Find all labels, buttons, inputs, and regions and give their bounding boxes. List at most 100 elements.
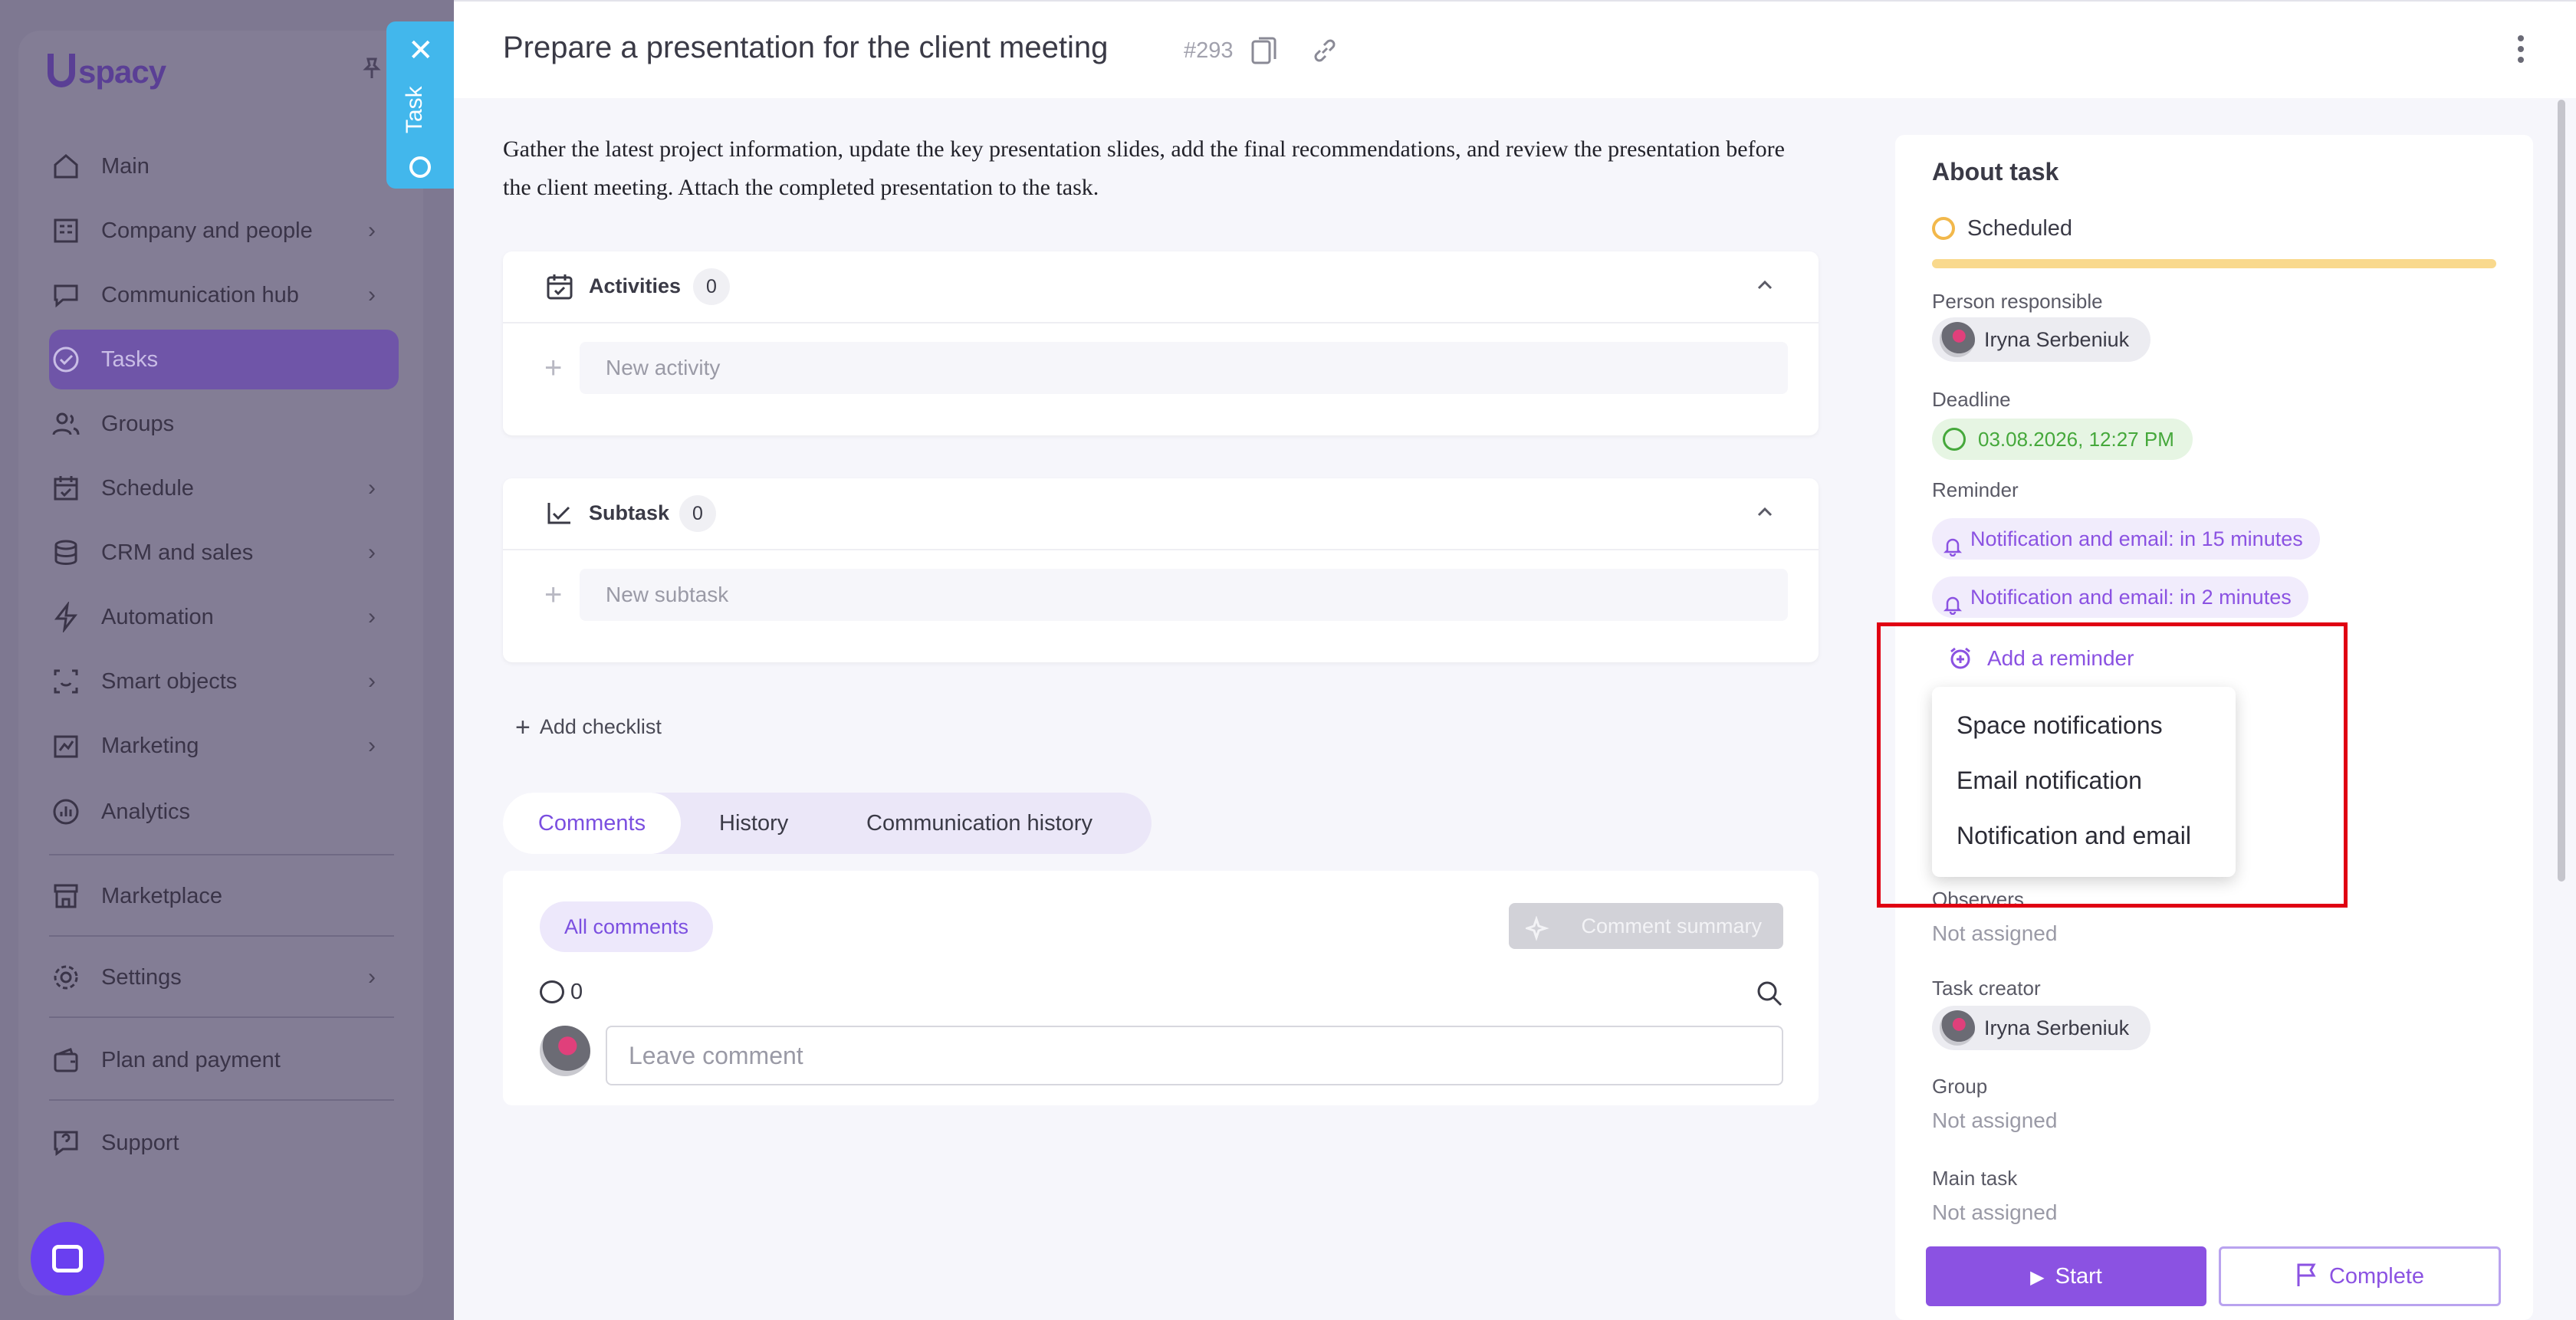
new-subtask-row[interactable]: + New subtask — [544, 569, 1788, 621]
clock-icon — [1932, 217, 1955, 240]
subtask-header[interactable]: Subtask 0 — [503, 478, 1819, 550]
complete-label: Complete — [2328, 1264, 2425, 1289]
sidebar-item-label: Communication hub — [101, 282, 299, 307]
divider — [49, 935, 394, 937]
reminder-label: Reminder — [1932, 478, 2019, 501]
task-title[interactable]: Prepare a presentation for the client me… — [503, 31, 1108, 65]
new-activity-row[interactable]: + New activity — [544, 342, 1788, 394]
start-button[interactable]: ▶ Start — [1926, 1246, 2206, 1306]
add-checklist-button[interactable]: + Add checklist — [515, 713, 662, 743]
status[interactable]: Scheduled — [1932, 216, 2072, 241]
reminder-text: Notification and email: in 2 minutes — [1970, 586, 2292, 609]
sidebar-item-crm-and-sales[interactable]: CRM and sales › — [49, 523, 399, 583]
clock-icon — [409, 156, 431, 178]
add-checklist-label: Add checklist — [539, 715, 662, 738]
sidebar-item-automation[interactable]: Automation › — [49, 587, 399, 647]
task-description[interactable]: Gather the latest project information, u… — [503, 130, 1791, 207]
activities-title: Activities — [589, 274, 682, 297]
deadline-chip[interactable]: 03.08.2026, 12:27 PM — [1932, 419, 2193, 460]
calendar-icon — [49, 471, 83, 505]
new-subtask-input[interactable]: New subtask — [580, 569, 1788, 621]
sidebar-item-plan-and-payment[interactable]: Plan and payment — [49, 1030, 399, 1090]
task-tab-label: Task — [402, 86, 427, 133]
chevron-right-icon: › — [368, 604, 376, 629]
sidebar-item-label: Marketing — [101, 733, 199, 758]
sidebar-item-marketing[interactable]: Marketing › — [49, 716, 399, 776]
new-activity-input[interactable]: New activity — [580, 342, 1788, 394]
complete-button[interactable]: Complete — [2219, 1246, 2501, 1306]
sidebar-item-smart-objects[interactable]: Smart objects › — [49, 652, 399, 711]
divider — [49, 1016, 394, 1018]
person-responsible-name: Iryna Serbeniuk — [1984, 328, 2130, 351]
chat-widget-button[interactable] — [31, 1222, 104, 1295]
chevron-right-icon: › — [368, 475, 376, 501]
activities-header[interactable]: Activities 0 — [503, 251, 1819, 323]
calendar-icon — [544, 271, 575, 302]
comment-input[interactable]: Leave comment — [606, 1026, 1783, 1085]
all-comments-filter[interactable]: All comments — [540, 901, 713, 952]
status-label: Scheduled — [1967, 216, 2073, 241]
sidebar-item-marketplace[interactable]: Marketplace — [49, 866, 399, 926]
sidebar-item-communication-hub[interactable]: Communication hub › — [49, 265, 399, 325]
chat-widget-icon — [52, 1245, 83, 1272]
chevron-up-icon[interactable] — [1754, 501, 1776, 523]
database-icon — [49, 536, 83, 570]
tab-history[interactable]: History — [719, 793, 788, 854]
comment-count: 0 — [540, 980, 583, 1005]
avatar — [1940, 322, 1975, 357]
divider — [49, 1099, 394, 1101]
reminder-chip[interactable]: Notification and email: in 15 minutes — [1932, 518, 2320, 560]
gear-icon — [49, 960, 83, 994]
reminder-chip[interactable]: Notification and email: in 2 minutes — [1932, 576, 2308, 618]
copy-icon[interactable] — [1251, 35, 1277, 66]
avatar — [540, 1026, 590, 1076]
sidebar-item-company-and-people[interactable]: Company and people › — [49, 201, 399, 261]
sidebar: spacy Main Company and people › Communic… — [0, 0, 454, 1320]
task-side-tab[interactable]: ✕ Task — [386, 21, 454, 189]
help-icon — [49, 1126, 83, 1160]
comment-summary-button[interactable]: Comment summary — [1509, 903, 1783, 949]
scrollbar[interactable] — [2558, 100, 2565, 882]
sidebar-item-groups[interactable]: Groups — [49, 394, 399, 454]
sidebar-item-label: Settings — [101, 964, 182, 990]
sidebar-item-tasks[interactable]: Tasks — [49, 330, 399, 389]
main-task-value[interactable]: Not assigned — [1932, 1200, 2057, 1225]
tab-comments[interactable]: Comments — [503, 793, 681, 854]
pin-icon[interactable] — [360, 57, 383, 80]
task-creator-chip[interactable]: Iryna Serbeniuk — [1932, 1006, 2151, 1050]
chevron-right-icon: › — [368, 668, 376, 694]
person-responsible-label: Person responsible — [1932, 290, 2103, 313]
tab-communication-history[interactable]: Communication history — [866, 793, 1092, 854]
status-bar — [1932, 259, 2496, 268]
subtask-title: Subtask — [589, 501, 670, 524]
group-value[interactable]: Not assigned — [1932, 1108, 2057, 1133]
comment-count-value: 0 — [570, 980, 583, 1004]
sidebar-item-label: Marketplace — [101, 883, 222, 908]
link-icon[interactable] — [1309, 35, 1340, 66]
chevron-up-icon[interactable] — [1754, 274, 1776, 296]
person-responsible-chip[interactable]: Iryna Serbeniuk — [1932, 317, 2151, 362]
sidebar-item-main[interactable]: Main — [49, 136, 399, 196]
check-circle-icon — [49, 343, 83, 376]
reminder-text: Notification and email: in 15 minutes — [1970, 527, 2303, 550]
sidebar-item-analytics[interactable]: Analytics — [49, 782, 399, 842]
divider — [49, 854, 394, 855]
building-icon — [49, 214, 83, 248]
task-header: Prepare a presentation for the client me… — [454, 0, 2576, 98]
comments-card: All comments Comment summary 0 Leave com… — [503, 871, 1819, 1105]
more-options-icon[interactable] — [2516, 32, 2525, 66]
chevron-right-icon: › — [368, 282, 376, 307]
store-icon — [49, 879, 83, 913]
sidebar-item-schedule[interactable]: Schedule › — [49, 458, 399, 518]
sidebar-item-support[interactable]: Support — [49, 1113, 399, 1173]
logo-text: spacy — [78, 54, 166, 90]
observers-value[interactable]: Not assigned — [1932, 921, 2057, 946]
sidebar-item-label: CRM and sales — [101, 540, 254, 565]
flag-icon — [2295, 1253, 2318, 1309]
close-icon[interactable]: ✕ — [408, 35, 434, 66]
logo[interactable]: spacy — [48, 54, 166, 90]
clock-icon — [1943, 428, 1966, 451]
search-icon[interactable] — [1756, 980, 1783, 1007]
sidebar-item-settings[interactable]: Settings › — [49, 947, 399, 1007]
sparkle-icon — [1523, 912, 1552, 941]
